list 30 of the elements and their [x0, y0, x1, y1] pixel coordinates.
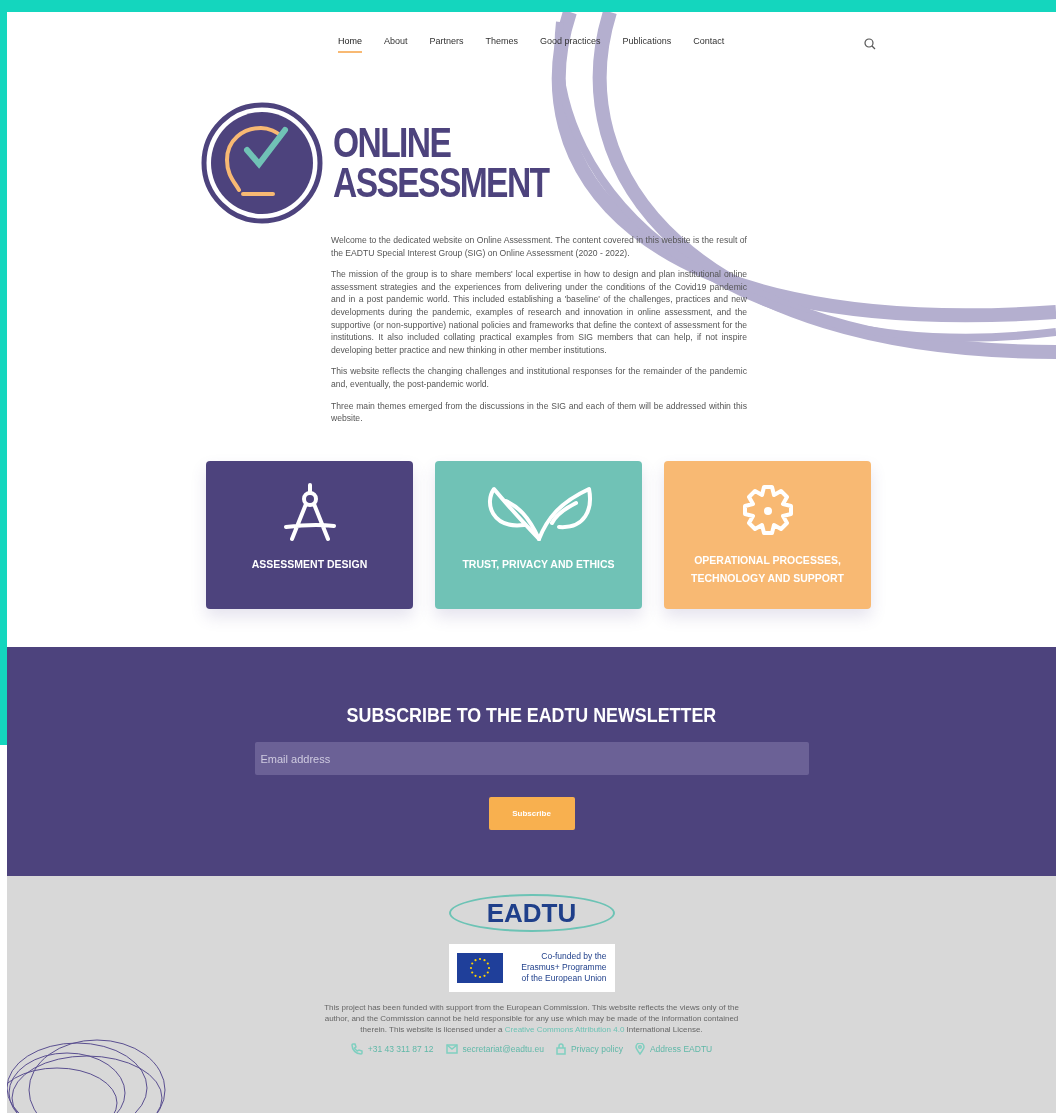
theme-title: ASSESSMENT DESIGN: [250, 556, 369, 572]
lock-icon: [555, 1043, 566, 1056]
nav-link[interactable]: Home: [338, 35, 362, 53]
erasmus-text: of the European Union: [520, 973, 607, 985]
disclaimer-text: This project has been funded with support from the European Commission. This website reflects the views only of the author, and the Commission cannot be held responsible for any use which may be made of the information contained therein. This website is licensed under a Creative Commons Attribution 4.0 International License.: [323, 1001, 740, 1035]
nav-link[interactable]: Good practices: [540, 35, 601, 53]
mail-icon: [445, 1044, 458, 1055]
logo-title: ONLINE: [333, 123, 452, 163]
nav-link[interactable]: Contact: [693, 35, 725, 53]
nav-link[interactable]: Themes: [485, 35, 519, 53]
eu-flag-icon: [456, 952, 503, 983]
intro-paragraph: This website reflects the changing challenges and institutional responses for the remainder of the pandemic and, eventually, the post-pandemic world.: [331, 365, 747, 391]
theme-card[interactable]: ASSESSMENT DESIGN: [206, 460, 413, 609]
erasmus-text: Co-funded by the: [540, 951, 607, 963]
theme-title: TRUST, PRIVACY AND ETHICS: [461, 556, 616, 572]
location-pin-icon: [634, 1043, 645, 1056]
search-icon[interactable]: [864, 38, 876, 50]
newsletter-title: SUBSCRIBE TO THE EADTU NEWSLETTER: [346, 701, 717, 728]
intro-paragraph: Three main themes emerged from the discussions in the SIG and each of them will be addressed within this website.: [331, 399, 747, 425]
compass-icon: [281, 482, 338, 543]
email-field[interactable]: Email address: [254, 742, 809, 776]
logo-head-icon: [199, 102, 325, 224]
erasmus-text: Erasmus+ Programme: [520, 962, 607, 974]
nav-link[interactable]: About: [384, 35, 408, 53]
eadtu-logo-text: EADTU: [486, 899, 577, 926]
nav-link[interactable]: Partners: [429, 35, 464, 53]
phone-icon: [350, 1043, 363, 1056]
nav-link[interactable]: Publications: [622, 35, 672, 53]
theme-title: OPERATIONAL PROCESSES, TECHNOLOGY AND SUPPORT: [690, 552, 845, 586]
logo-title: ASSESSMENT: [333, 163, 549, 203]
